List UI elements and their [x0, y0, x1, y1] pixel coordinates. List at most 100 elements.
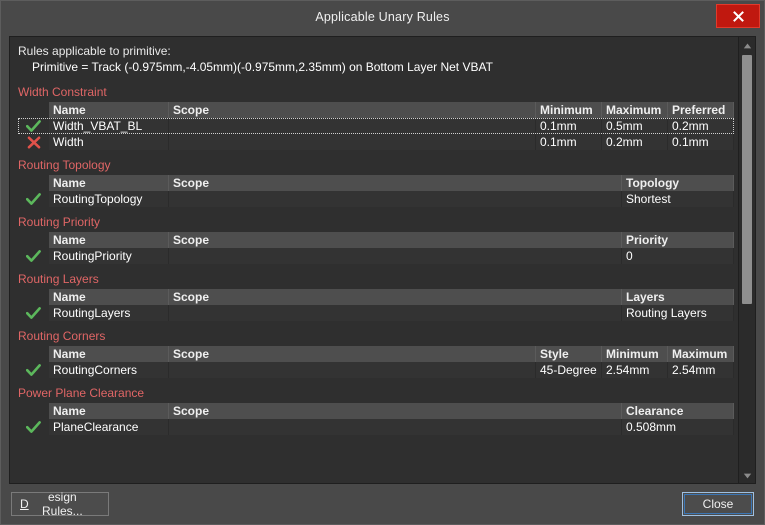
column-header[interactable]: Scope	[169, 102, 536, 118]
column-header[interactable]: Layers	[622, 289, 734, 305]
table-cell[interactable]: RoutingTopology	[49, 191, 169, 207]
table-header-row: Name Scope Layers	[49, 289, 734, 305]
table-cell[interactable]: 0.2mm	[668, 118, 734, 134]
design-rules-label-rest: esign Rules...	[41, 490, 83, 518]
rule-section-title: Routing Layers	[18, 272, 99, 286]
rule-section-title: Routing Priority	[18, 215, 101, 229]
window-close-button[interactable]	[716, 4, 760, 28]
table-cell[interactable]: PlaneClearance	[49, 419, 169, 435]
primitive-info-caption: Rules applicable to primitive:	[18, 44, 171, 58]
dialog-footer: Design Rules... Close	[1, 484, 764, 524]
table-cell[interactable]: Shortest	[622, 191, 734, 207]
table-cell[interactable]: 0.2mm	[602, 134, 668, 150]
rule-sections: Width Constraint Name Scope Minimum Maximum P…	[10, 85, 738, 435]
table-cell[interactable]: 0.1mm	[668, 134, 734, 150]
table-cell[interactable]	[169, 362, 536, 378]
column-header[interactable]: Topology	[622, 175, 734, 191]
design-rules-button[interactable]: Design Rules...	[11, 490, 109, 518]
table-cell[interactable]: RoutingLayers	[49, 305, 169, 321]
table-cell[interactable]	[169, 248, 622, 264]
applicable-unary-rules-dialog: Applicable Unary Rules Rules applicable …	[0, 0, 765, 525]
table-header-row: Name Scope Style Minimum Maximum	[49, 346, 734, 362]
column-header[interactable]: Scope	[169, 346, 536, 362]
vertical-scrollbar[interactable]	[738, 37, 755, 483]
column-header[interactable]: Name	[49, 346, 169, 362]
rule-table: Name Scope Clearance PlaneClearance 0.508mm	[18, 403, 734, 435]
column-header[interactable]: Preferred	[668, 102, 734, 118]
table-cell[interactable]: 0.5mm	[602, 118, 668, 134]
column-header[interactable]: Name	[49, 232, 169, 248]
column-header[interactable]: Name	[49, 102, 169, 118]
rule-section: Routing Layers Name Scope Layers RoutingLaye…	[10, 272, 738, 321]
scroll-up-button[interactable]	[739, 37, 755, 53]
column-header[interactable]: Scope	[169, 175, 622, 191]
table-row[interactable]: Width_VBAT_BL 0.1mm 0.5mm 0.2mm	[18, 118, 734, 134]
table-cell[interactable]: 0	[622, 248, 734, 264]
rule-table: Name Scope Layers RoutingLayers Routing Laye…	[18, 289, 734, 321]
rule-section-title: Routing Corners	[18, 329, 106, 343]
column-header[interactable]: Name	[49, 175, 169, 191]
table-header-row: Name Scope Priority	[49, 232, 734, 248]
table-row[interactable]: RoutingPriority 0	[18, 248, 734, 264]
table-row[interactable]: RoutingTopology Shortest	[18, 191, 734, 207]
table-cell[interactable]	[169, 419, 622, 435]
rule-disabled-cross-icon	[18, 134, 49, 150]
table-cell[interactable]: 2.54mm	[668, 362, 734, 378]
rule-enabled-check-icon	[18, 191, 49, 207]
rule-section-title: Power Plane Clearance	[18, 386, 145, 400]
column-header[interactable]: Style	[536, 346, 602, 362]
column-header[interactable]: Maximum	[602, 102, 668, 118]
rule-enabled-check-icon	[18, 305, 49, 321]
rule-section: Width Constraint Name Scope Minimum Maximum P…	[10, 85, 738, 150]
table-cell[interactable]: Width	[49, 134, 169, 150]
column-header[interactable]: Maximum	[668, 346, 734, 362]
rule-table: Name Scope Style Minimum Maximum RoutingCorne…	[18, 346, 734, 378]
table-row[interactable]: RoutingCorners 45-Degree 2.54mm 2.54mm	[18, 362, 734, 378]
rule-enabled-check-icon	[18, 248, 49, 264]
rule-table: Name Scope Minimum Maximum Preferred Width_VB…	[18, 102, 734, 150]
scrollbar-thumb[interactable]	[742, 55, 752, 304]
primitive-info: Rules applicable to primitive: Primitive…	[10, 37, 738, 77]
table-cell[interactable]	[169, 118, 536, 134]
table-cell[interactable]: Width_VBAT_BL	[49, 118, 169, 134]
scroll-down-button[interactable]	[739, 467, 755, 483]
column-header[interactable]: Name	[49, 289, 169, 305]
table-row[interactable]: PlaneClearance 0.508mm	[18, 419, 734, 435]
column-header[interactable]: Clearance	[622, 403, 734, 419]
scroll-up-arrow-icon	[743, 38, 752, 52]
column-header[interactable]: Minimum	[602, 346, 668, 362]
rules-scroll-viewport: Rules applicable to primitive: Primitive…	[10, 37, 738, 483]
column-header[interactable]: Scope	[169, 403, 622, 419]
rule-enabled-check-icon	[18, 362, 49, 378]
column-header[interactable]: Scope	[169, 289, 622, 305]
window-title: Applicable Unary Rules	[315, 9, 450, 24]
rule-section: Routing Topology Name Scope Topology Routing…	[10, 158, 738, 207]
rule-section-title: Width Constraint	[18, 85, 107, 99]
column-header[interactable]: Name	[49, 403, 169, 419]
rule-table: Name Scope Topology RoutingTopology Shortest	[18, 175, 734, 207]
table-row[interactable]: RoutingLayers Routing Layers	[18, 305, 734, 321]
close-x-icon	[732, 10, 744, 22]
rule-enabled-check-icon	[18, 419, 49, 435]
rule-section-title: Routing Topology	[18, 158, 111, 172]
table-row[interactable]: Width 0.1mm 0.2mm 0.1mm	[18, 134, 734, 150]
table-cell[interactable]	[169, 305, 622, 321]
table-cell[interactable]: 0.1mm	[536, 118, 602, 134]
table-cell[interactable]: 0.1mm	[536, 134, 602, 150]
column-header[interactable]: Priority	[622, 232, 734, 248]
table-cell[interactable]: RoutingCorners	[49, 362, 169, 378]
table-cell[interactable]: 2.54mm	[602, 362, 668, 378]
table-cell[interactable]: RoutingPriority	[49, 248, 169, 264]
column-header[interactable]: Scope	[169, 232, 622, 248]
table-header-row: Name Scope Topology	[49, 175, 734, 191]
rules-list-panel: Rules applicable to primitive: Primitive…	[9, 36, 756, 484]
table-cell[interactable]: 45-Degree	[536, 362, 602, 378]
design-rules-accel: D	[20, 497, 29, 511]
table-cell[interactable]: Routing Layers	[622, 305, 734, 321]
table-cell[interactable]: 0.508mm	[622, 419, 734, 435]
table-cell[interactable]	[169, 134, 536, 150]
close-button[interactable]: Close	[682, 492, 754, 516]
column-header[interactable]: Minimum	[536, 102, 602, 118]
table-cell[interactable]	[169, 191, 622, 207]
scroll-down-arrow-icon	[743, 468, 752, 482]
